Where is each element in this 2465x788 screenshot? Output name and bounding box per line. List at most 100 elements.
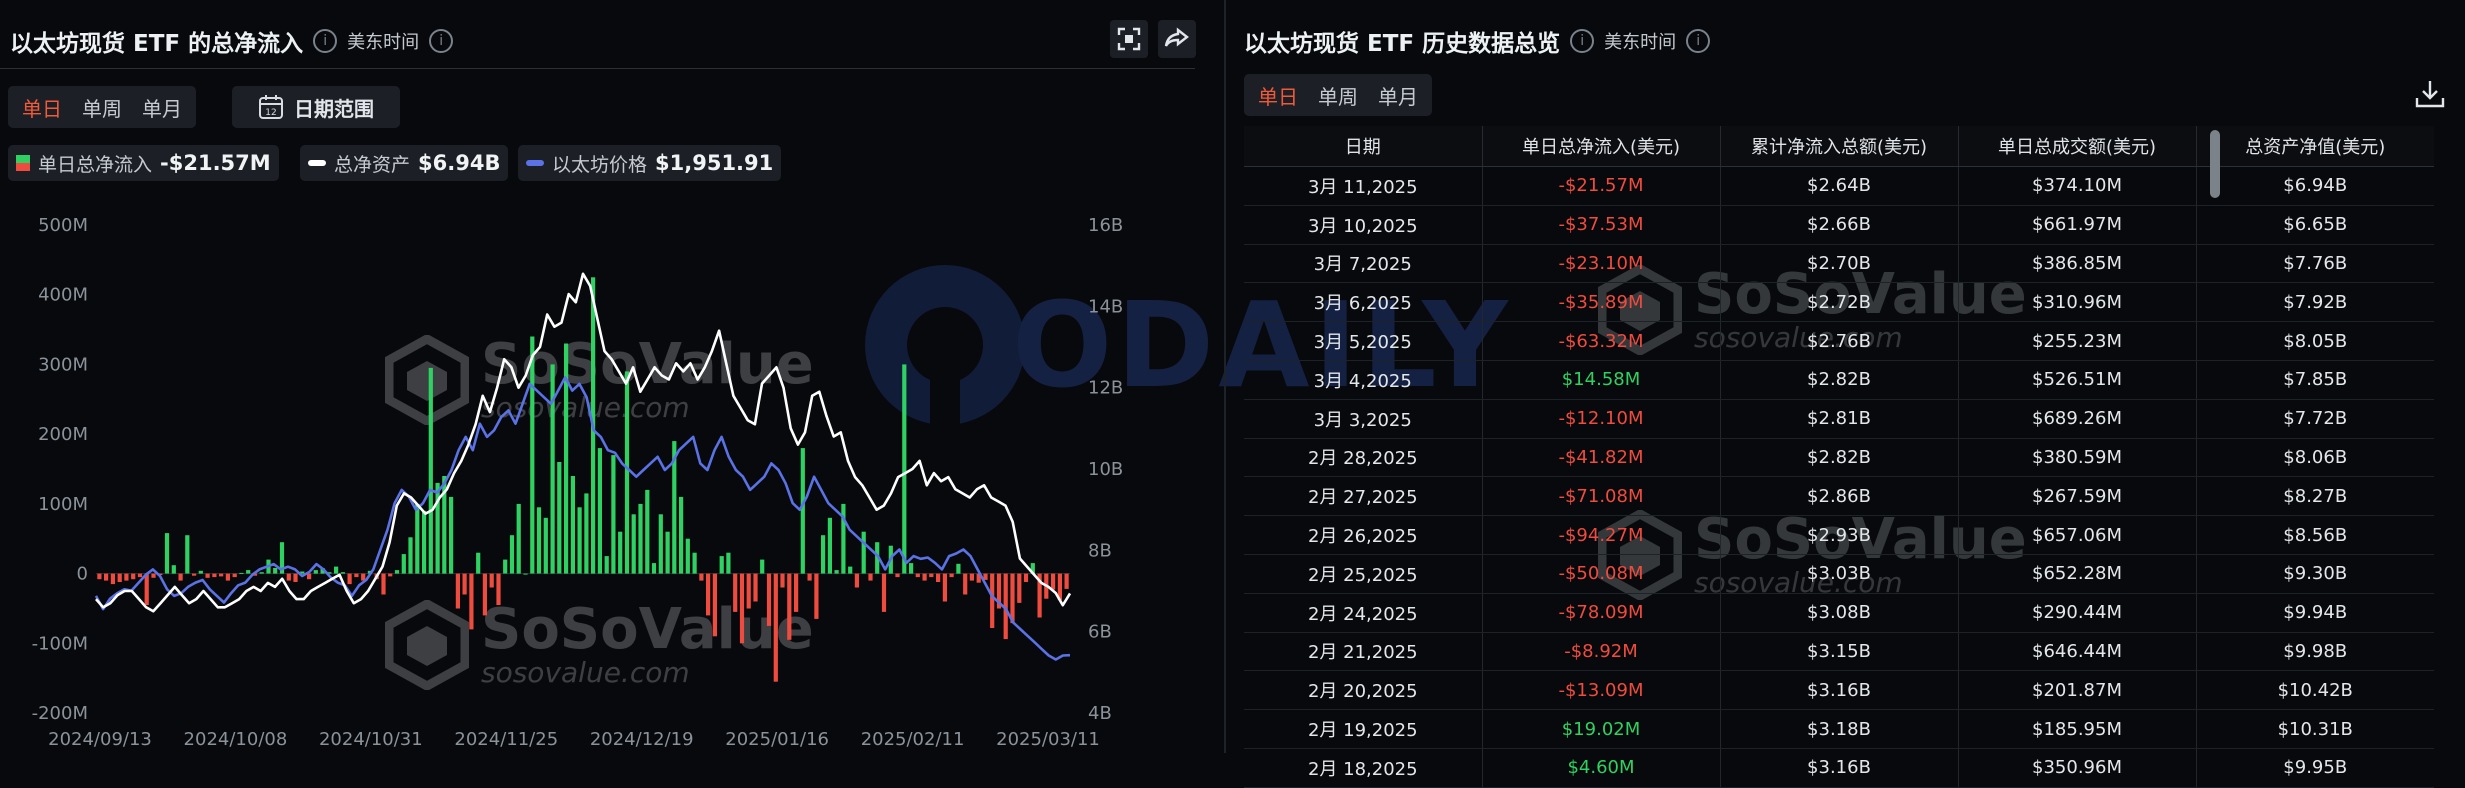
col-header-volume[interactable]: 单日总成交额(美元) bbox=[1957, 126, 2196, 167]
table-row[interactable]: 2月 28,2025 -$41.82M $2.82B $380.59M $8.06B bbox=[1244, 438, 2434, 478]
share-icon[interactable] bbox=[1158, 20, 1196, 58]
inflow-bar bbox=[144, 573, 149, 605]
timezone-label: 美东时间 bbox=[1604, 32, 1677, 53]
inflow-bar bbox=[1064, 573, 1069, 589]
inflow-bar bbox=[198, 570, 203, 574]
table-row[interactable]: 3月 3,2025 -$12.10M $2.81B $689.26M $7.72B bbox=[1244, 399, 2434, 439]
cell-volume: $201.87M bbox=[1957, 670, 2196, 711]
cell-volume: $374.10M bbox=[1957, 166, 2196, 206]
cell-nav: $8.56B bbox=[2195, 515, 2434, 555]
table-row[interactable]: 2月 20,2025 -$13.09M $3.16B $201.87M $10.42B bbox=[1244, 670, 2434, 711]
inflow-bar bbox=[577, 507, 582, 574]
inflow-bar bbox=[503, 559, 508, 574]
flow-chart[interactable]: 500M 400M 300M 200M 100M 0 -100M -200M 16B 14B 12B… bbox=[0, 195, 1220, 753]
table-row[interactable]: 3月 10,2025 -$37.53M $2.66B $661.97M $6.65B bbox=[1244, 205, 2434, 245]
cell-date: 3月 5,2025 bbox=[1244, 321, 1482, 361]
table-row[interactable]: 2月 25,2025 -$50.08M $3.03B $652.28M $9.30B bbox=[1244, 554, 2434, 594]
timezone-info-icon[interactable]: i bbox=[1686, 29, 1711, 53]
y-right-tick-label: 16B bbox=[1088, 215, 1123, 236]
inflow-bar bbox=[482, 573, 487, 616]
tab-daily[interactable]: 单日 bbox=[12, 93, 72, 122]
inflow-bar bbox=[124, 573, 129, 581]
cell-nav: $9.30B bbox=[2195, 554, 2434, 594]
cell-cumulative: $2.76B bbox=[1719, 321, 1958, 361]
info-icon[interactable]: i bbox=[1570, 29, 1595, 53]
x-tick-label: 2024/09/13 bbox=[48, 729, 152, 750]
tab-monthly[interactable]: 单月 bbox=[1368, 81, 1428, 110]
inflow-bar bbox=[293, 573, 298, 582]
legend-net-assets[interactable]: 总净资产 $6.94B bbox=[300, 145, 509, 181]
cell-nav: $8.27B bbox=[2195, 476, 2434, 517]
inflow-bar bbox=[692, 552, 697, 574]
table-header-row: 日期 单日总净流入(美元) 累计净流入总额(美元) 单日总成交额(美元) 总资产… bbox=[1244, 126, 2434, 167]
table-row[interactable]: 3月 6,2025 -$35.89M $2.72B $310.96M $7.92B bbox=[1244, 282, 2434, 323]
inflow-bar bbox=[895, 573, 900, 578]
history-table: 日期 单日总净流入(美元) 累计净流入总额(美元) 单日总成交额(美元) 总资产… bbox=[1244, 126, 2434, 788]
svg-text:12: 12 bbox=[265, 108, 276, 118]
inflow-bar bbox=[624, 371, 630, 574]
inflow-bar bbox=[909, 563, 914, 574]
table-row[interactable]: 3月 4,2025 $14.58M $2.82B $526.51M $7.85B bbox=[1244, 360, 2434, 400]
table-row[interactable]: 2月 18,2025 $4.60M $3.16B $350.96M $9.95B bbox=[1244, 748, 2434, 788]
history-table-container[interactable]: 日期 单日总净流入(美元) 累计净流入总额(美元) 单日总成交额(美元) 总资产… bbox=[1244, 126, 2434, 788]
inflow-bar bbox=[780, 573, 785, 588]
y-left-tick-label: 100M bbox=[38, 494, 88, 515]
inflow-bar bbox=[719, 556, 724, 574]
table-row[interactable]: 2月 27,2025 -$71.08M $2.86B $267.59M $8.27B bbox=[1244, 476, 2434, 517]
inflow-bar bbox=[827, 517, 832, 574]
date-range-button[interactable]: 12 日期范围 bbox=[232, 86, 400, 128]
cell-cumulative: $2.93B bbox=[1719, 515, 1958, 555]
cell-volume: $689.26M bbox=[1957, 399, 2196, 439]
tab-weekly[interactable]: 单周 bbox=[1308, 81, 1368, 110]
cell-date: 3月 7,2025 bbox=[1244, 244, 1482, 284]
col-header-date[interactable]: 日期 bbox=[1244, 126, 1482, 167]
cell-nav: $6.94B bbox=[2195, 166, 2434, 206]
table-row[interactable]: 2月 21,2025 -$8.92M $3.15B $646.44M $9.98B bbox=[1244, 632, 2434, 672]
inflow-bar bbox=[949, 573, 954, 578]
tab-daily[interactable]: 单日 bbox=[1248, 81, 1308, 110]
info-icon[interactable]: i bbox=[313, 29, 338, 53]
tab-weekly[interactable]: 单周 bbox=[72, 93, 132, 122]
legend-eth-price[interactable]: 以太坊价格 $1,951.91 bbox=[518, 145, 782, 181]
chart-header: 以太坊现货 ETF 的总净流入 i 美东时间 i bbox=[10, 24, 454, 58]
download-icon[interactable] bbox=[2414, 78, 2446, 114]
inflow-bar bbox=[557, 462, 562, 574]
cell-date: 2月 27,2025 bbox=[1244, 476, 1482, 517]
inflow-bar bbox=[347, 573, 352, 585]
cell-net-inflow: -$12.10M bbox=[1481, 399, 1720, 439]
inflow-bar bbox=[1010, 573, 1015, 624]
cell-date: 2月 20,2025 bbox=[1244, 670, 1482, 711]
cell-nav: $8.06B bbox=[2195, 438, 2434, 478]
inflow-bar bbox=[739, 573, 745, 644]
table-scrollbar[interactable] bbox=[2210, 130, 2220, 198]
legend-name: 单日总净流入 bbox=[38, 153, 153, 176]
net-assets-line bbox=[95, 272, 1072, 613]
y-left-tick-label: -100M bbox=[32, 633, 88, 654]
col-header-net-inflow[interactable]: 单日总净流入(美元) bbox=[1481, 126, 1720, 167]
inflow-bar bbox=[509, 535, 515, 574]
table-body: 3月 11,2025 -$21.57M $2.64B $374.10M $6.94B 3月… bbox=[1244, 166, 2434, 788]
cell-nav: $7.85B bbox=[2195, 360, 2434, 400]
inflow-bar bbox=[821, 535, 826, 574]
table-row[interactable]: 3月 7,2025 -$23.10M $2.70B $386.85M $7.76B bbox=[1244, 244, 2434, 284]
inflow-bar bbox=[990, 573, 995, 628]
table-row[interactable]: 2月 24,2025 -$78.09M $3.08B $290.44M $9.94B bbox=[1244, 593, 2434, 633]
tab-monthly[interactable]: 单月 bbox=[132, 93, 192, 122]
table-row[interactable]: 2月 19,2025 $19.02M $3.18B $185.95M $10.31B bbox=[1244, 709, 2434, 749]
table-row[interactable]: 3月 5,2025 -$63.32M $2.76B $255.23M $8.05B bbox=[1244, 321, 2434, 361]
cell-cumulative: $3.08B bbox=[1719, 593, 1958, 633]
y-left-tick-label: -200M bbox=[32, 703, 88, 724]
col-header-nav[interactable]: 总资产净值(美元) bbox=[2195, 126, 2434, 167]
col-header-cumulative[interactable]: 累计净流入总额(美元) bbox=[1719, 126, 1958, 167]
fullscreen-icon[interactable] bbox=[1110, 20, 1148, 58]
inflow-bar bbox=[699, 573, 704, 581]
table-row[interactable]: 3月 11,2025 -$21.57M $2.64B $374.10M $6.94B bbox=[1244, 166, 2434, 206]
table-row[interactable]: 2月 26,2025 -$94.27M $2.93B $657.06M $8.56B bbox=[1244, 515, 2434, 555]
inflow-bar bbox=[449, 496, 454, 574]
inflow-bar bbox=[334, 566, 339, 574]
inflow-bar bbox=[834, 570, 839, 574]
legend-net-inflow[interactable]: 单日总净流入 -$21.57M bbox=[8, 145, 279, 181]
timezone-info-icon[interactable]: i bbox=[429, 29, 454, 53]
inflow-bar bbox=[117, 573, 122, 582]
inflow-bar bbox=[137, 573, 143, 578]
